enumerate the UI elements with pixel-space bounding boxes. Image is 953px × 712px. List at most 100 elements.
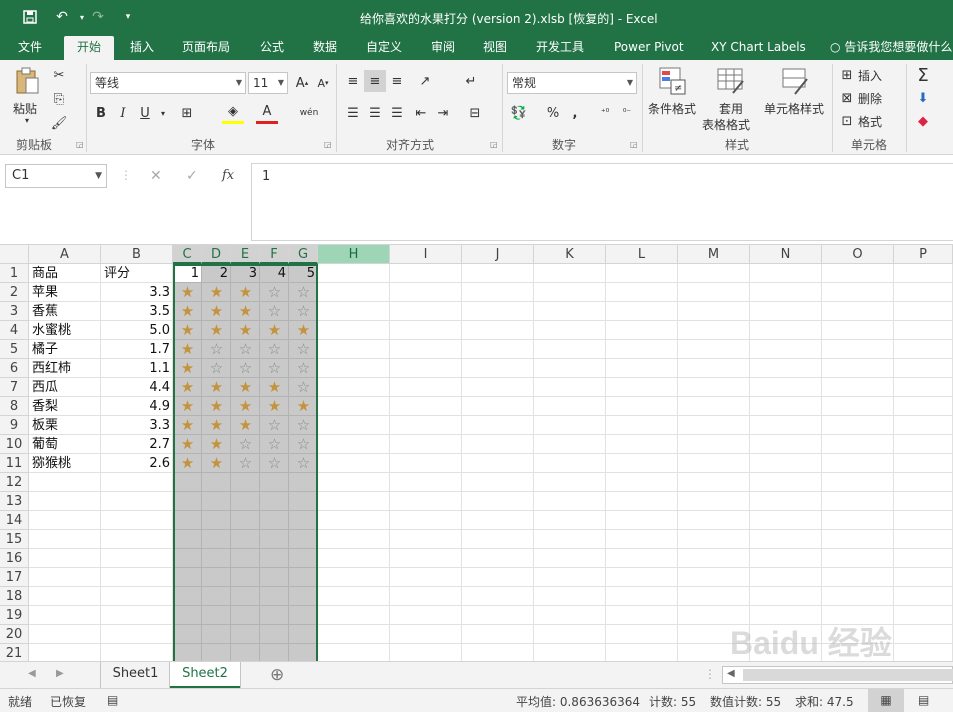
cell-m5[interactable]	[678, 340, 750, 359]
cell-n11[interactable]	[750, 454, 822, 473]
decrease-decimal-icon[interactable]: ⁰⁻	[616, 102, 638, 124]
cell-l4[interactable]	[606, 321, 678, 340]
cell-o10[interactable]	[822, 435, 894, 454]
cell-i3[interactable]	[390, 302, 462, 321]
cell-p16[interactable]	[894, 549, 953, 568]
cell-e14[interactable]	[231, 511, 260, 530]
cell-l21[interactable]	[606, 644, 678, 661]
cell-n7[interactable]	[750, 378, 822, 397]
column-header-g[interactable]: G	[289, 245, 318, 264]
row-header-19[interactable]: 19	[0, 606, 29, 625]
cell-g14[interactable]	[289, 511, 318, 530]
cell-l7[interactable]	[606, 378, 678, 397]
cell-c13[interactable]	[173, 492, 202, 511]
cell-h8[interactable]	[318, 397, 390, 416]
cell-h7[interactable]	[318, 378, 390, 397]
cell-n8[interactable]	[750, 397, 822, 416]
cell-a21[interactable]	[29, 644, 101, 661]
cell-b13[interactable]	[101, 492, 173, 511]
cell-h11[interactable]	[318, 454, 390, 473]
font-launcher-icon[interactable]: ◲	[324, 140, 332, 149]
tab-power-pivot[interactable]: Power Pivot	[606, 36, 692, 60]
cell-h17[interactable]	[318, 568, 390, 587]
cell-o11[interactable]	[822, 454, 894, 473]
row-header-1[interactable]: 1	[0, 264, 29, 283]
cell-n15[interactable]	[750, 530, 822, 549]
comma-button[interactable]: ,	[564, 102, 586, 124]
cell-l11[interactable]	[606, 454, 678, 473]
cell-k9[interactable]	[534, 416, 606, 435]
underline-dropdown-icon[interactable]: ▾	[152, 102, 174, 124]
cell-o6[interactable]	[822, 359, 894, 378]
paste-label[interactable]: 粘贴	[13, 100, 37, 117]
cell-p19[interactable]	[894, 606, 953, 625]
format-cells-icon[interactable]: ⊡	[836, 110, 858, 132]
cell-m1[interactable]	[678, 264, 750, 283]
format-as-table-icon[interactable]	[716, 66, 746, 96]
copy-icon[interactable]: ⎘	[48, 88, 70, 110]
cell-i8[interactable]	[390, 397, 462, 416]
cell-p9[interactable]	[894, 416, 953, 435]
row-header-7[interactable]: 7	[0, 378, 29, 397]
fill-icon[interactable]: ⬇	[912, 87, 934, 109]
row-header-9[interactable]: 9	[0, 416, 29, 435]
cell-p12[interactable]	[894, 473, 953, 492]
number-format-select[interactable]: 常规 ▼	[507, 72, 637, 94]
cell-p14[interactable]	[894, 511, 953, 530]
cell-l12[interactable]	[606, 473, 678, 492]
number-launcher-icon[interactable]: ◲	[630, 140, 638, 149]
cell-h21[interactable]	[318, 644, 390, 661]
cell-h16[interactable]	[318, 549, 390, 568]
cell-m4[interactable]	[678, 321, 750, 340]
cell-c12[interactable]	[173, 473, 202, 492]
cell-j20[interactable]	[462, 625, 534, 644]
cell-m8[interactable]	[678, 397, 750, 416]
cell-c15[interactable]	[173, 530, 202, 549]
cell-j5[interactable]	[462, 340, 534, 359]
cell-k1[interactable]	[534, 264, 606, 283]
cell-c14[interactable]	[173, 511, 202, 530]
cell-l13[interactable]	[606, 492, 678, 511]
cell-k18[interactable]	[534, 587, 606, 606]
cell-b17[interactable]	[101, 568, 173, 587]
cell-j15[interactable]	[462, 530, 534, 549]
cell-k10[interactable]	[534, 435, 606, 454]
cancel-entry-button[interactable]: ✕	[150, 168, 162, 184]
cell-g17[interactable]	[289, 568, 318, 587]
cell-o13[interactable]	[822, 492, 894, 511]
cell-j16[interactable]	[462, 549, 534, 568]
cell-c20[interactable]	[173, 625, 202, 644]
scroll-right-icon[interactable]: ▶	[56, 668, 64, 679]
tab-file[interactable]: 文件	[10, 36, 50, 60]
row-header-17[interactable]: 17	[0, 568, 29, 587]
sheet-tab-sheet2[interactable]: Sheet2	[170, 662, 240, 688]
cell-j10[interactable]	[462, 435, 534, 454]
cell-d16[interactable]	[202, 549, 231, 568]
cell-l6[interactable]	[606, 359, 678, 378]
column-header-h[interactable]: H	[318, 245, 390, 264]
border-icon[interactable]: ⊞	[176, 102, 198, 124]
cell-n14[interactable]	[750, 511, 822, 530]
cell-f20[interactable]	[260, 625, 289, 644]
cell-l15[interactable]	[606, 530, 678, 549]
cell-k16[interactable]	[534, 549, 606, 568]
row-header-18[interactable]: 18	[0, 587, 29, 606]
cell-i2[interactable]	[390, 283, 462, 302]
column-header-c[interactable]: C	[173, 245, 202, 264]
cell-l1[interactable]	[606, 264, 678, 283]
cell-h20[interactable]	[318, 625, 390, 644]
increase-decimal-icon[interactable]: ⁺⁰	[594, 102, 616, 124]
cell-o8[interactable]	[822, 397, 894, 416]
cell-a20[interactable]	[29, 625, 101, 644]
sheet-tab-sheet1[interactable]: Sheet1	[100, 662, 170, 688]
cell-j1[interactable]	[462, 264, 534, 283]
cell-a15[interactable]	[29, 530, 101, 549]
phonetic-button[interactable]: wén	[298, 102, 320, 124]
worksheet-grid[interactable]: A B C D E F G H I J K L M N O P 1 2 3 4 5 6 7 8 9 10 11 12 13 14 15 16 1…	[0, 245, 953, 661]
cell-m12[interactable]	[678, 473, 750, 492]
cell-g18[interactable]	[289, 587, 318, 606]
cell-g16[interactable]	[289, 549, 318, 568]
cell-j6[interactable]	[462, 359, 534, 378]
font-color-icon[interactable]: A	[256, 102, 278, 124]
cell-n5[interactable]	[750, 340, 822, 359]
